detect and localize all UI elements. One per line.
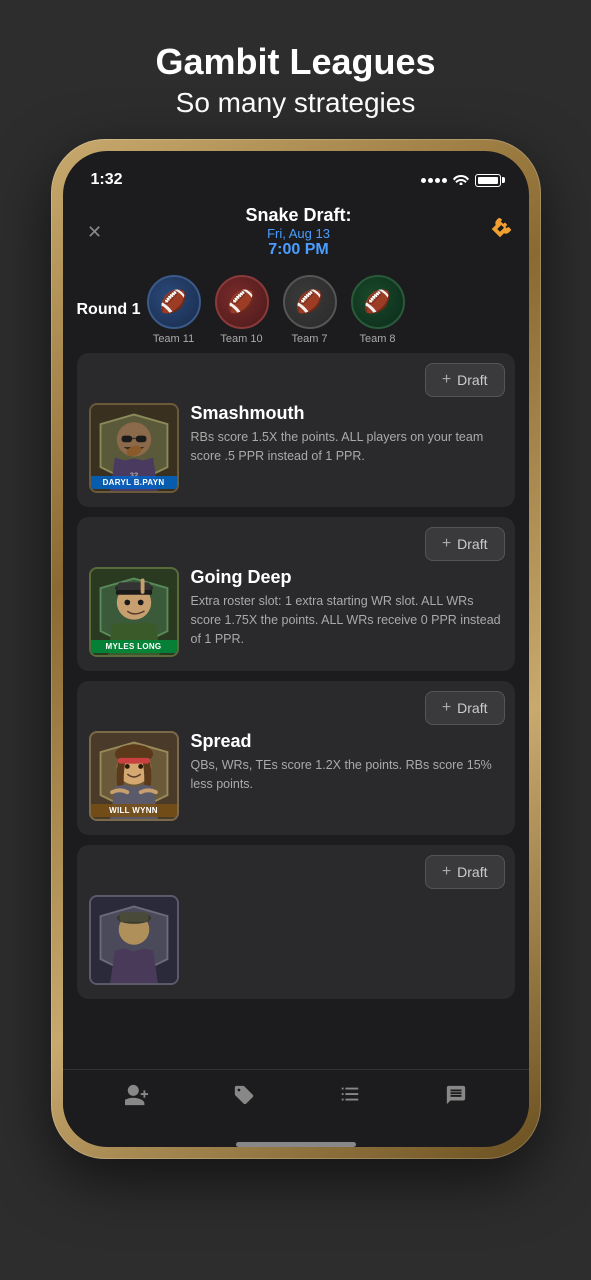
character-daryl: 32 DARYL B.PAYN — [89, 403, 179, 493]
battery-icon — [475, 174, 501, 187]
round-label: Round 1 — [77, 301, 147, 319]
plus-icon-3: + — [442, 699, 451, 717]
draft-date: Fri, Aug 13 — [267, 226, 330, 241]
strategy-card-spread: + Draft — [77, 681, 515, 835]
team8-label: Team 8 — [359, 333, 395, 345]
tag-icon — [233, 1084, 255, 1112]
character-fourth — [89, 895, 179, 985]
card-text-smashmouth: Smashmouth RBs score 1.5X the points. AL… — [191, 403, 503, 466]
strategy-name-going-deep: Going Deep — [191, 567, 503, 588]
add-user-icon — [125, 1084, 149, 1112]
draft-button-going-deep[interactable]: + Draft — [425, 527, 505, 561]
home-indicator — [236, 1142, 356, 1147]
teams-scroll[interactable]: 🏈 Team 11 🏈 Team 10 🏈 Te — [147, 275, 515, 345]
strategy-card-going-deep: + Draft — [77, 517, 515, 671]
team-item-10[interactable]: 🏈 Team 10 — [215, 275, 269, 345]
team-item-8[interactable]: 🏈 Team 8 — [351, 275, 405, 345]
draft-time: 7:00 PM — [268, 241, 328, 259]
draft-button-smashmouth[interactable]: + Draft — [425, 363, 505, 397]
character-myles: MYLES LONG — [89, 567, 179, 657]
round-row: Round 1 🏈 Team 11 🏈 Team 10 — [63, 267, 529, 353]
nav-item-tag[interactable] — [223, 1080, 265, 1116]
card-body-fourth — [77, 889, 515, 999]
strategy-card-smashmouth: + Draft — [77, 353, 515, 507]
team10-avatar: 🏈 — [215, 275, 269, 329]
team-item-11[interactable]: 🏈 Team 11 — [147, 275, 201, 345]
team10-label: Team 10 — [220, 333, 262, 345]
status-icons — [421, 173, 501, 188]
card-body-going-deep: MYLES LONG Going Deep Extra roster slot:… — [77, 561, 515, 671]
plus-icon-4: + — [442, 863, 451, 881]
strategies-list[interactable]: + Draft — [63, 353, 529, 1069]
draft-btn-row-1: + Draft — [77, 353, 515, 397]
draft-button-spread[interactable]: + Draft — [425, 691, 505, 725]
team11-avatar: 🏈 — [147, 275, 201, 329]
phone-frame: 1:32 — [51, 139, 541, 1159]
signal-icon — [421, 178, 447, 183]
nav-item-chat[interactable] — [435, 1080, 477, 1116]
card-text-spread: Spread QBs, WRs, TEs score 1.2X the poin… — [191, 731, 503, 794]
draft-btn-row-4: + Draft — [77, 845, 515, 889]
phone-notch — [221, 151, 371, 179]
list-icon — [339, 1084, 361, 1112]
card-text-going-deep: Going Deep Extra roster slot: 1 extra st… — [191, 567, 503, 648]
page-title: Gambit Leagues — [155, 40, 435, 83]
draft-btn-row-2: + Draft — [77, 517, 515, 561]
strategy-desc-spread: QBs, WRs, TEs score 1.2X the points. RBs… — [191, 756, 503, 794]
character-will: WILL WYNN — [89, 731, 179, 821]
strategy-name-spread: Spread — [191, 731, 503, 752]
phone-screen: 1:32 — [63, 151, 529, 1147]
draft-btn-row-3: + Draft — [77, 681, 515, 725]
team7-label: Team 7 — [291, 333, 327, 345]
plus-icon: + — [442, 371, 451, 389]
team11-label: Team 11 — [153, 333, 194, 345]
close-button[interactable]: ✕ — [81, 222, 109, 243]
wifi-icon — [453, 173, 469, 188]
page-subtitle: So many strategies — [155, 87, 435, 119]
nav-item-list[interactable] — [329, 1080, 371, 1116]
app-header: ✕ Snake Draft: Fri, Aug 13 7:00 PM — [63, 195, 529, 267]
card-body-spread: WILL WYNN Spread QBs, WRs, TEs score 1.2… — [77, 725, 515, 835]
app-content: ✕ Snake Draft: Fri, Aug 13 7:00 PM Round… — [63, 195, 529, 1147]
draft-label: Snake Draft: — [245, 205, 351, 226]
strategy-desc-going-deep: Extra roster slot: 1 extra starting WR s… — [191, 592, 503, 648]
char-daryl-label: DARYL B.PAYN — [91, 476, 177, 489]
char-will-label: WILL WYNN — [91, 804, 177, 817]
team-item-7[interactable]: 🏈 Team 7 — [283, 275, 337, 345]
chat-icon — [445, 1084, 467, 1112]
strategy-desc-smashmouth: RBs score 1.5X the points. ALL players o… — [191, 428, 503, 466]
page-header: Gambit Leagues So many strategies — [135, 0, 455, 139]
status-time: 1:32 — [91, 171, 123, 189]
plus-icon-2: + — [442, 535, 451, 553]
settings-button[interactable] — [489, 218, 511, 246]
strategy-name-smashmouth: Smashmouth — [191, 403, 503, 424]
team7-avatar: 🏈 — [283, 275, 337, 329]
team8-avatar: 🏈 — [351, 275, 405, 329]
nav-item-add-user[interactable] — [115, 1080, 159, 1116]
char-myles-label: MYLES LONG — [91, 640, 177, 653]
card-body-smashmouth: 32 DARYL B.PAYN Smashmouth RBs score 1.5… — [77, 397, 515, 507]
bottom-nav — [63, 1069, 529, 1136]
header-center: Snake Draft: Fri, Aug 13 7:00 PM — [245, 205, 351, 259]
draft-button-fourth[interactable]: + Draft — [425, 855, 505, 889]
strategy-card-fourth: + Draft — [77, 845, 515, 999]
